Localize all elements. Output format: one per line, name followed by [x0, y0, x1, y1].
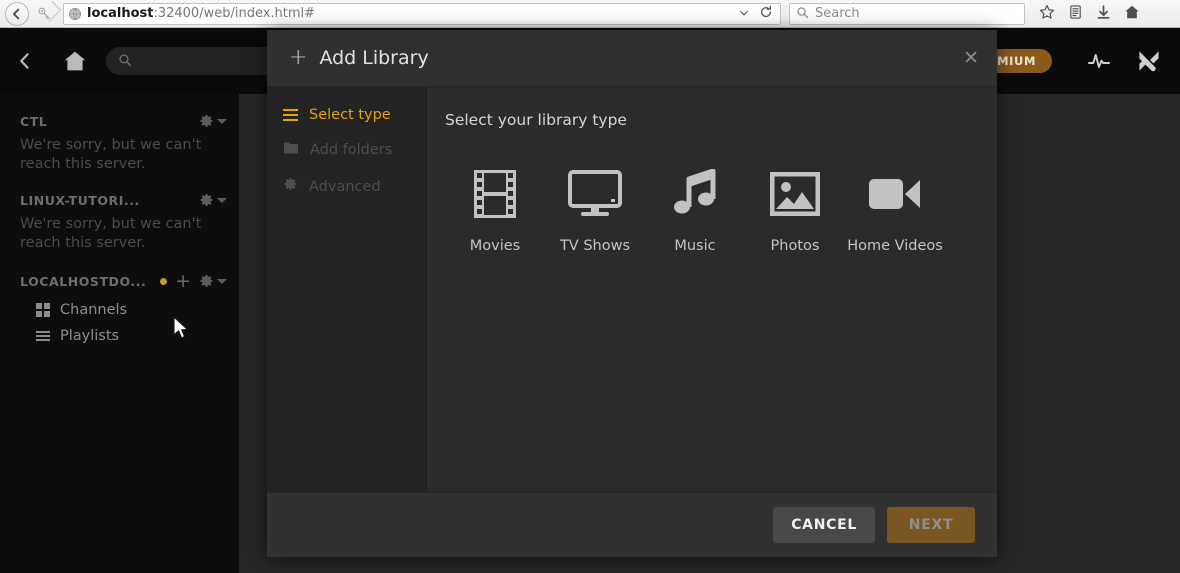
app-home-button[interactable]: [50, 28, 100, 94]
browser-back-button[interactable]: [5, 2, 29, 26]
film-strip-icon: [445, 163, 545, 225]
search-icon: [118, 52, 132, 71]
dialog-header: + Add Library ✕: [267, 30, 997, 87]
url-text: localhost:32400/web/index.html#: [87, 6, 315, 21]
gear-icon: [199, 114, 214, 129]
sidebar-item-label: Playlists: [60, 328, 119, 344]
star-icon[interactable]: [1039, 4, 1055, 24]
reload-icon[interactable]: [759, 4, 773, 23]
server-settings-button[interactable]: [199, 114, 227, 129]
next-button[interactable]: NEXT: [887, 507, 975, 543]
library-type-label: Photos: [745, 238, 845, 254]
activity-button[interactable]: [1074, 28, 1124, 94]
browser-toolbar: localhost:32400/web/index.html# Search: [0, 0, 1180, 28]
step-select-type[interactable]: Select type: [267, 98, 426, 132]
library-type-list: Movies TV Shows: [445, 163, 997, 254]
library-type-tv-shows[interactable]: TV Shows: [545, 163, 645, 254]
cancel-button[interactable]: CANCEL: [773, 507, 875, 543]
mouse-cursor: [173, 316, 191, 342]
back-arrow-icon: [10, 7, 24, 21]
browser-search-bar[interactable]: Search: [789, 3, 1025, 25]
chevron-down-icon[interactable]: [738, 4, 750, 23]
server-settings-button[interactable]: [199, 274, 227, 289]
add-library-button[interactable]: +: [175, 272, 191, 291]
library-type-home-videos[interactable]: Home Videos: [845, 163, 945, 254]
dialog-step-list: Select type Add folders Advanced: [267, 87, 427, 492]
search-icon: [796, 4, 809, 23]
server-header[interactable]: CTL: [0, 108, 239, 135]
library-type-movies[interactable]: Movies: [445, 163, 545, 254]
browser-search-placeholder: Search: [815, 6, 860, 21]
monitor-icon: [545, 163, 645, 225]
home-icon: [63, 49, 87, 73]
server-section: CTL We're sorry, but we can't reach this…: [0, 108, 239, 183]
key-icon: [37, 6, 52, 21]
step-add-folders: Add folders: [267, 132, 426, 168]
photo-icon: [745, 163, 845, 225]
camcorder-icon: [845, 163, 945, 225]
server-name: LOCALHOSTDO...: [20, 274, 146, 289]
home-icon[interactable]: [1124, 4, 1140, 24]
server-error-message: We're sorry, but we can't reach this ser…: [0, 135, 239, 183]
server-online-indicator: [160, 278, 167, 285]
site-identity-button[interactable]: [29, 1, 59, 27]
url-path: :32400/web/index.html#: [153, 6, 315, 21]
library-type-music[interactable]: Music: [645, 163, 745, 254]
add-library-dialog: + Add Library ✕ Select type Add folders …: [267, 30, 997, 557]
sidebar-item-channels[interactable]: Channels: [0, 297, 239, 323]
close-button[interactable]: ✕: [963, 49, 979, 68]
tools-button[interactable]: [1124, 28, 1174, 94]
library-type-label: TV Shows: [545, 238, 645, 254]
music-note-icon: [645, 163, 745, 225]
grid-icon: [36, 303, 50, 317]
server-header[interactable]: LOCALHOSTDO... +: [0, 266, 239, 297]
server-name: CTL: [20, 114, 47, 129]
plus-icon: +: [289, 47, 307, 69]
library-icon[interactable]: [1068, 4, 1083, 24]
server-sidebar: CTL We're sorry, but we can't reach this…: [0, 94, 239, 573]
library-type-label: Movies: [445, 238, 545, 254]
gear-icon: [199, 193, 214, 208]
server-error-message: We're sorry, but we can't reach this ser…: [0, 214, 239, 262]
download-icon[interactable]: [1096, 4, 1111, 24]
globe-icon: [68, 7, 82, 21]
step-advanced: Advanced: [267, 168, 426, 205]
pane-title: Select your library type: [445, 111, 997, 129]
server-settings-button[interactable]: [199, 193, 227, 208]
chevron-down-icon: [217, 198, 227, 203]
step-label: Advanced: [309, 179, 381, 195]
server-section: LINUX-TUTORI... We're sorry, but we can'…: [0, 187, 239, 262]
gear-icon: [199, 274, 214, 289]
step-label: Select type: [309, 107, 391, 123]
url-bar[interactable]: localhost:32400/web/index.html#: [63, 3, 781, 25]
sidebar-item-playlists[interactable]: Playlists: [0, 323, 239, 349]
server-section: LOCALHOSTDO... + Channels: [0, 266, 239, 349]
step-label: Add folders: [310, 142, 392, 158]
server-name: LINUX-TUTORI...: [20, 193, 140, 208]
folder-icon: [283, 141, 299, 159]
chevron-down-icon: [217, 119, 227, 124]
chevron-down-icon: [217, 279, 227, 284]
hamburger-icon: [283, 109, 298, 122]
dialog-title: Add Library: [319, 47, 428, 69]
wrench-screwdriver-icon: [1136, 48, 1162, 74]
url-host: localhost: [87, 6, 153, 21]
server-header[interactable]: LINUX-TUTORI...: [0, 187, 239, 214]
dialog-footer: CANCEL NEXT: [267, 492, 997, 557]
list-icon: [36, 331, 50, 341]
gear-icon: [283, 177, 298, 196]
library-type-photos[interactable]: Photos: [745, 163, 845, 254]
sidebar-item-label: Channels: [60, 302, 127, 318]
library-type-label: Music: [645, 238, 745, 254]
app-back-button[interactable]: [0, 28, 50, 94]
dialog-content-pane: Select your library type: [427, 87, 997, 492]
chevron-left-icon: [15, 51, 35, 71]
library-type-label: Home Videos: [845, 238, 945, 254]
activity-pulse-icon: [1086, 48, 1112, 74]
